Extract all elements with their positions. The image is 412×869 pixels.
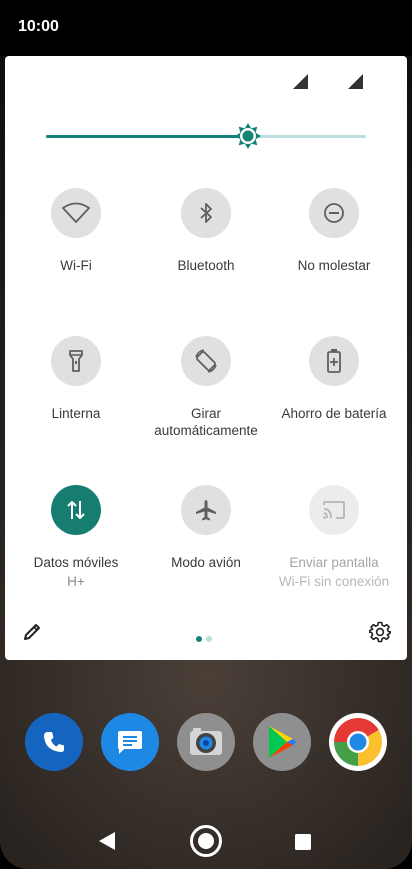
tile-flashlight-label: Linterna: [51, 406, 101, 421]
tile-mobile-data-label: Datos móviles: [33, 555, 119, 570]
signal-strength-icon-2: [348, 74, 363, 89]
status-bar: 10:00: [0, 0, 412, 56]
tile-auto-rotate[interactable]: Girar automáticamente: [141, 336, 271, 439]
recents-icon: [295, 834, 311, 850]
settings-gear-icon[interactable]: [369, 621, 391, 643]
tile-airplane-mode[interactable]: Modo avión: [141, 485, 271, 571]
airplane-icon: [196, 500, 216, 521]
mobile-data-icon: [67, 501, 85, 519]
flashlight-toggle[interactable]: [51, 336, 101, 386]
back-button[interactable]: [90, 828, 124, 854]
tile-mobile-data-sublabel: H+: [67, 574, 85, 589]
do-not-disturb-toggle[interactable]: [309, 188, 359, 238]
brightness-thumb-icon[interactable]: [234, 122, 262, 150]
edit-icon[interactable]: [22, 622, 42, 642]
do-not-disturb-icon: [324, 203, 344, 223]
tile-mobile-data[interactable]: Datos móviles H+: [11, 485, 141, 590]
tile-wifi[interactable]: Wi-Fi: [11, 188, 141, 274]
camera-app[interactable]: [177, 713, 235, 771]
screen: 10:00 Wi-Fi Bluetooth No molestar Linter…: [0, 0, 412, 869]
tile-battery-saver[interactable]: Ahorro de batería: [269, 336, 399, 422]
tile-do-not-disturb-label: No molestar: [297, 258, 371, 273]
tile-auto-rotate-label-line1: Girar: [191, 406, 221, 421]
messages-icon: [118, 731, 142, 754]
tile-bluetooth-label: Bluetooth: [177, 258, 235, 273]
wifi-icon: [62, 202, 90, 223]
tile-cast-screen-sublabel: Wi-Fi sin conexión: [278, 574, 390, 589]
auto-rotate-icon: [195, 349, 217, 373]
tile-airplane-mode-label: Modo avión: [171, 555, 241, 570]
chrome-app[interactable]: [329, 713, 387, 771]
tile-auto-rotate-label: Girar automáticamente: [141, 405, 271, 439]
brightness-slider[interactable]: [46, 122, 366, 152]
signal-strength-icon: [293, 74, 308, 89]
phone-icon: [44, 732, 64, 752]
auto-rotate-toggle[interactable]: [181, 336, 231, 386]
messages-app[interactable]: [101, 713, 159, 771]
bluetooth-icon: [200, 203, 212, 223]
tile-cast-screen-label: Enviar pantalla: [289, 555, 379, 570]
brightness-fill: [46, 135, 248, 138]
tile-flashlight[interactable]: Linterna: [11, 336, 141, 422]
tile-wifi-label: Wi-Fi: [60, 258, 92, 273]
page-dot-active: [196, 636, 202, 642]
tile-cast-screen[interactable]: Enviar pantalla Wi-Fi sin conexión: [269, 485, 399, 590]
flashlight-icon: [69, 350, 83, 372]
tile-bluetooth[interactable]: Bluetooth: [141, 188, 271, 274]
battery-saver-icon: [327, 349, 341, 373]
cast-screen-toggle[interactable]: [309, 485, 359, 535]
tile-battery-saver-label: Ahorro de batería: [281, 406, 387, 421]
mobile-data-toggle[interactable]: [51, 485, 101, 535]
play-store-icon: [269, 726, 296, 758]
wifi-toggle[interactable]: [51, 188, 101, 238]
page-dot-inactive: [206, 636, 212, 642]
status-time: 10:00: [18, 18, 59, 35]
phone-app[interactable]: [25, 713, 83, 771]
cast-icon: [323, 501, 345, 519]
home-button[interactable]: [189, 824, 223, 858]
navigation-bar: [0, 810, 412, 869]
battery-saver-toggle[interactable]: [309, 336, 359, 386]
airplane-mode-toggle[interactable]: [181, 485, 231, 535]
back-icon: [99, 832, 115, 850]
home-icon: [190, 825, 222, 857]
camera-notch: [208, 0, 328, 38]
page-indicator: [196, 629, 216, 647]
recents-button[interactable]: [290, 832, 316, 852]
tile-auto-rotate-label-line2: automáticamente: [154, 423, 258, 438]
tile-do-not-disturb[interactable]: No molestar: [269, 188, 399, 274]
camera-icon: [190, 728, 222, 755]
chrome-icon: [334, 717, 383, 766]
play-store-app[interactable]: [253, 713, 311, 771]
bluetooth-toggle[interactable]: [181, 188, 231, 238]
